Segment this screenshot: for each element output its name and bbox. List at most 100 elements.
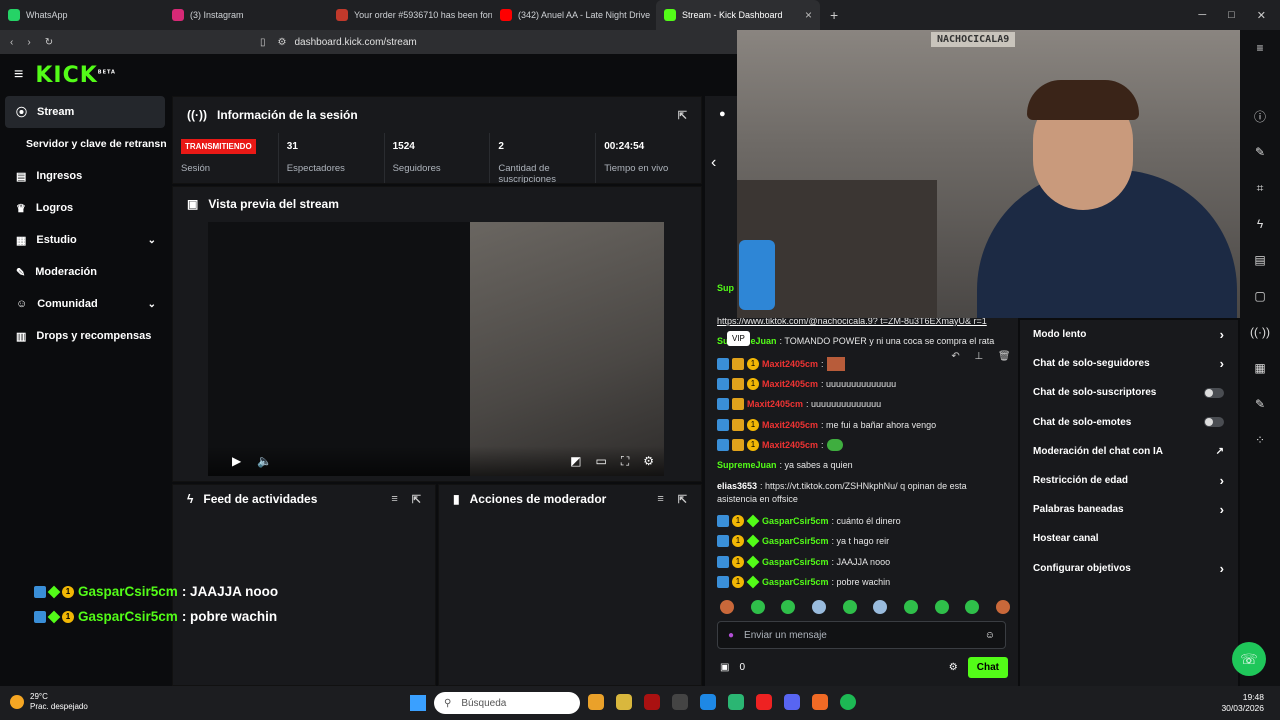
bookmark-icon[interactable]: ▯ bbox=[260, 37, 266, 48]
popout-icon[interactable]: ⇱ bbox=[678, 109, 687, 122]
minimize-icon[interactable]: ─ bbox=[1198, 9, 1206, 22]
emote-icon[interactable] bbox=[965, 600, 980, 614]
chevron-left-icon[interactable]: ‹ bbox=[711, 154, 716, 172]
send-chat-button[interactable]: Chat bbox=[967, 657, 1008, 678]
play-icon[interactable]: ▶ bbox=[232, 454, 241, 468]
scan-icon[interactable]: ⌗ bbox=[1240, 170, 1280, 206]
sidebar-item-stream[interactable]: ⦿ Stream bbox=[5, 96, 165, 128]
kick-logo[interactable]: KICKBETA bbox=[35, 63, 116, 88]
emote-icon[interactable] bbox=[750, 600, 765, 614]
youtube-icon[interactable] bbox=[756, 694, 772, 710]
chat-username[interactable]: GasparCsir5cm bbox=[762, 577, 829, 587]
kick-app-icon[interactable] bbox=[728, 694, 744, 710]
reply-icon[interactable]: ↶ bbox=[951, 351, 959, 369]
filter-icon[interactable]: ≡ bbox=[391, 493, 397, 506]
chat-username[interactable]: SupremeJuan bbox=[717, 460, 777, 470]
stream-preview-video[interactable]: ▶ 🔈 ◩ ▭ ⛶ ⚙ bbox=[208, 222, 664, 476]
new-tab-button[interactable]: + bbox=[820, 7, 848, 23]
wrench-icon[interactable]: ✎ bbox=[1240, 386, 1280, 422]
app-icon[interactable] bbox=[644, 694, 660, 710]
menu-icon[interactable]: ≡ bbox=[0, 66, 23, 84]
sidebar-item-moderacion[interactable]: ✎ Moderación bbox=[0, 256, 170, 288]
setting-followers-only[interactable]: Chat de solo-seguidores › bbox=[1020, 349, 1238, 378]
info-icon[interactable]: ⓘ bbox=[1240, 98, 1280, 134]
document-icon[interactable]: ▤ bbox=[1240, 242, 1280, 278]
sidebar-item-drops[interactable]: ▥ Drops y recompensas bbox=[0, 320, 170, 352]
close-icon[interactable]: × bbox=[805, 8, 812, 22]
chrome-icon[interactable] bbox=[588, 694, 604, 710]
bolt-icon[interactable]: ϟ bbox=[1240, 206, 1280, 242]
chat-username[interactable]: Maxit2405cm bbox=[762, 359, 818, 369]
sidebar-item-comunidad[interactable]: ☺ Comunidad ⌄ bbox=[0, 288, 170, 320]
emote-icon[interactable] bbox=[720, 600, 734, 614]
close-window-icon[interactable]: ✕ bbox=[1257, 9, 1266, 22]
chat-username[interactable]: GasparCsir5cm bbox=[762, 557, 829, 567]
emote-icon[interactable] bbox=[995, 600, 1010, 614]
gear-icon[interactable]: ⚙ bbox=[643, 454, 654, 469]
chat-username[interactable]: Maxit2405cm bbox=[762, 379, 818, 389]
apps-icon[interactable]: ⁘ bbox=[1240, 422, 1280, 458]
sidebar-item-ingresos[interactable]: ▤ Ingresos bbox=[0, 160, 170, 192]
popout-icon[interactable]: ⇱ bbox=[412, 493, 421, 506]
theater-icon[interactable]: ▭ bbox=[595, 454, 606, 469]
forward-icon[interactable]: › bbox=[27, 37, 30, 48]
setting-age-restriction[interactable]: Restricción de edad › bbox=[1020, 466, 1238, 495]
setting-banned-words[interactable]: Palabras baneadas › bbox=[1020, 495, 1238, 524]
broadcast-icon[interactable]: ((·)) bbox=[1240, 314, 1280, 350]
gear-icon[interactable]: ⚙ bbox=[949, 662, 958, 673]
pip-icon[interactable]: ◩ bbox=[570, 454, 581, 469]
popout-icon[interactable]: ⇱ bbox=[678, 493, 687, 506]
chat-bubble-icon[interactable]: ▢ bbox=[1240, 278, 1280, 314]
site-info-icon[interactable]: ⚙ bbox=[278, 37, 287, 48]
chat-username[interactable]: Maxit2405cm bbox=[762, 440, 818, 450]
chat-username[interactable]: GasparCsir5cm bbox=[762, 516, 829, 526]
spotify-icon[interactable] bbox=[840, 694, 856, 710]
layers-icon[interactable]: ▦ bbox=[1240, 350, 1280, 386]
url-field[interactable]: dashboard.kick.com/stream bbox=[294, 37, 416, 48]
chat-username[interactable]: elias3653 bbox=[717, 481, 757, 491]
windows-start-icon[interactable] bbox=[410, 695, 426, 711]
chat-input[interactable]: ● Enviar un mensaje ☺ bbox=[717, 621, 1006, 649]
emotes-only-toggle[interactable] bbox=[1204, 417, 1224, 428]
sidebar-item-logros[interactable]: ♛ Logros bbox=[0, 192, 170, 224]
tab-kick-dashboard[interactable]: Stream - Kick Dashboard × bbox=[656, 0, 820, 30]
emote-icon[interactable] bbox=[903, 600, 918, 614]
taskbar-search[interactable]: ⚲ Búsqueda bbox=[434, 692, 580, 714]
chat-username[interactable]: Sup bbox=[717, 283, 734, 293]
system-tray-clock[interactable]: 19:48 30/03/2026 bbox=[1221, 692, 1264, 714]
tab-whatsapp[interactable]: WhatsApp bbox=[0, 0, 164, 30]
volume-icon[interactable]: 🔈 bbox=[257, 454, 272, 468]
weather-widget[interactable]: 29°C Prac. despejado bbox=[10, 692, 88, 712]
microphone-icon[interactable]: ● bbox=[728, 630, 734, 641]
chat-username[interactable]: Maxit2405cm bbox=[747, 399, 803, 409]
emote-icon[interactable] bbox=[873, 600, 888, 614]
reload-icon[interactable]: ↻ bbox=[45, 37, 53, 48]
tab-order[interactable]: Your order #5936710 has been forme bbox=[328, 0, 492, 30]
emote-icon[interactable] bbox=[934, 600, 949, 614]
emote-icon[interactable] bbox=[781, 600, 796, 614]
back-icon[interactable]: ‹ bbox=[10, 37, 13, 48]
subscribers-only-toggle[interactable] bbox=[1204, 387, 1224, 398]
sidebar-item-estudio[interactable]: ▦ Estudio ⌄ bbox=[0, 224, 170, 256]
brave-icon[interactable] bbox=[812, 694, 828, 710]
browser-menu-icon[interactable]: ≡ bbox=[1240, 30, 1280, 66]
edit-icon[interactable]: ✎ bbox=[1240, 134, 1280, 170]
tab-youtube[interactable]: (342) Anuel AA - Late Night Drive bbox=[492, 0, 656, 30]
setting-slow-mode[interactable]: Modo lento › bbox=[1020, 320, 1238, 349]
support-icon[interactable]: ☏ bbox=[1232, 642, 1266, 676]
files-icon[interactable] bbox=[616, 694, 632, 710]
setting-host-channel[interactable]: Hostear canal bbox=[1020, 524, 1238, 553]
filter-icon[interactable]: ≡ bbox=[657, 493, 663, 506]
emoji-icon[interactable]: ☺ bbox=[985, 630, 995, 641]
emote-icon[interactable] bbox=[811, 600, 826, 614]
sidebar-item-server-key[interactable]: Servidor y clave de retransn bbox=[0, 128, 170, 160]
setting-goals[interactable]: Configurar objetivos › bbox=[1020, 554, 1238, 583]
chat-username[interactable]: Maxit2405cm bbox=[762, 420, 818, 430]
fullscreen-icon[interactable]: ⛶ bbox=[621, 454, 629, 469]
maximize-icon[interactable]: □ bbox=[1228, 9, 1235, 22]
emote-icon[interactable] bbox=[842, 600, 857, 614]
app-icon[interactable] bbox=[672, 694, 688, 710]
edge-icon[interactable] bbox=[700, 694, 716, 710]
points-icon[interactable]: ▣ bbox=[720, 662, 729, 673]
chat-username[interactable]: GasparCsir5cm bbox=[762, 536, 829, 546]
